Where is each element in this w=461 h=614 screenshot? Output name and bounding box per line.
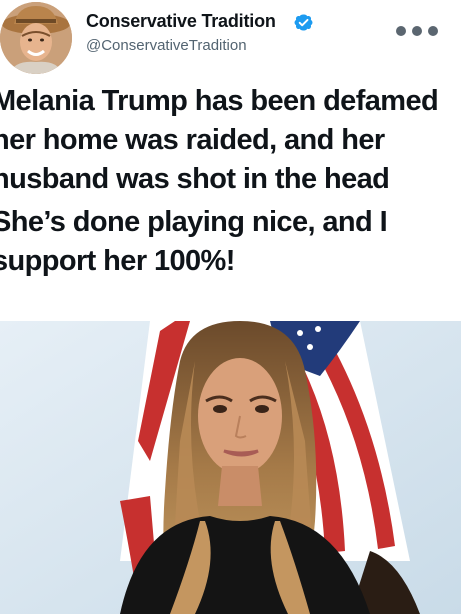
text-line: She’s done playing nice, and I (0, 206, 388, 238)
photo-image (0, 321, 461, 614)
author-display-name[interactable]: Conservative Tradition (86, 11, 276, 32)
profile-avatar[interactable] (0, 2, 72, 74)
text-line: support her 100%! (0, 245, 235, 277)
text-line: husband was shot in the head (0, 163, 390, 195)
more-options-icon[interactable] (396, 24, 446, 38)
post-card: Conservative Tradition @ConservativeTrad… (0, 0, 461, 614)
verified-badge-icon (294, 14, 313, 31)
post-text: Melania Trump has been defamed her home … (0, 82, 461, 281)
post-paragraph-1: Melania Trump has been defamed her home … (0, 82, 461, 199)
more-dot (428, 26, 438, 36)
post-photo[interactable] (0, 321, 461, 614)
text-line: her home was raided, and her (0, 124, 385, 156)
post-paragraph-2: She’s done playing nice, and I support h… (0, 203, 461, 281)
avatar-image (0, 2, 72, 74)
more-dot (412, 26, 422, 36)
more-dot (396, 26, 406, 36)
author-handle[interactable]: @ConservativeTradition (86, 37, 247, 54)
text-line: Melania Trump has been defamed (0, 85, 439, 117)
